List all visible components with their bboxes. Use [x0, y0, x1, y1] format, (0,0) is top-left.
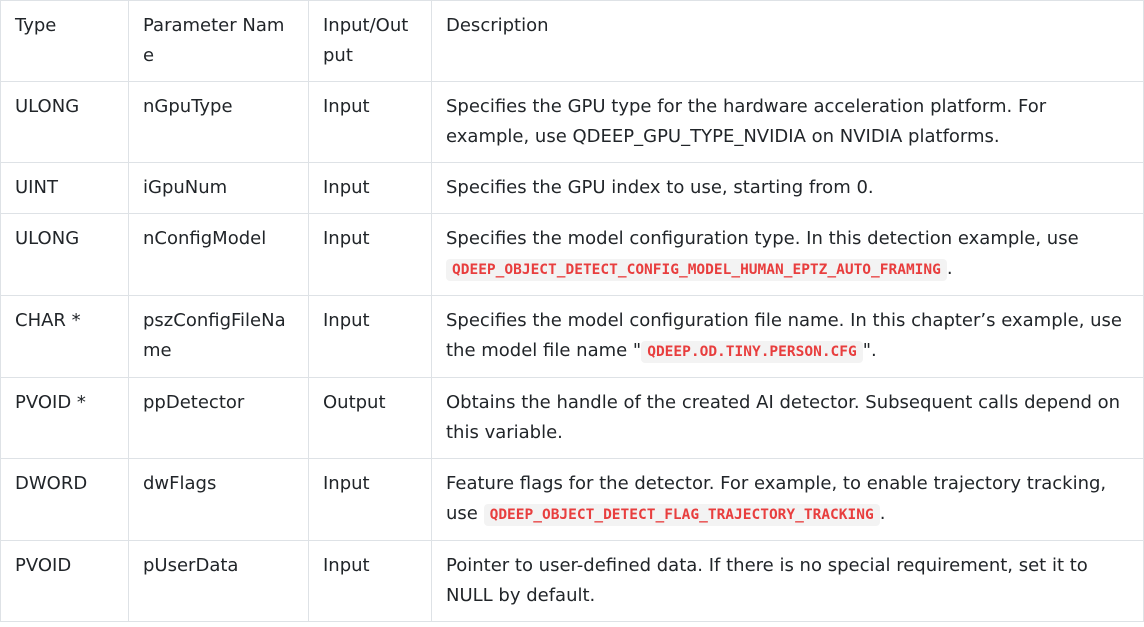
- cell-input-output: Input: [308, 162, 432, 214]
- cell-input-output: Input: [308, 540, 432, 622]
- cell-type: ULONG: [0, 81, 129, 163]
- header-parameter-name: Parameter Name: [128, 0, 309, 82]
- cell-parameter-name: nGpuType: [128, 81, 309, 163]
- table-row: ULONG nGpuType Input Specifies the GPU t…: [0, 81, 1144, 163]
- cell-type: PVOID: [0, 540, 129, 622]
- table-row: ULONG nConfigModel Input Specifies the m…: [0, 213, 1144, 296]
- table-row: PVOID pUserData Input Pointer to user-de…: [0, 540, 1144, 622]
- cell-type: CHAR *: [0, 295, 129, 378]
- cell-input-output: Input: [308, 213, 432, 296]
- description-text: Obtains the handle of the created AI det…: [446, 392, 1121, 443]
- description-suffix: .: [946, 258, 953, 279]
- cell-input-output: Input: [308, 81, 432, 163]
- table-row: DWORD dwFlags Input Feature flags for th…: [0, 458, 1144, 541]
- description-text: Specifies the GPU index to use, starting…: [446, 177, 874, 198]
- cell-type: ULONG: [0, 213, 129, 296]
- cell-description: Specifies the model configuration type. …: [431, 213, 1144, 296]
- cell-input-output: Output: [308, 377, 432, 459]
- description-text: Pointer to user-defined data. If there i…: [446, 555, 1088, 606]
- table-body: ULONG nGpuType Input Specifies the GPU t…: [0, 81, 1144, 622]
- cell-description: Feature flags for the detector. For exam…: [431, 458, 1144, 541]
- cell-type: UINT: [0, 162, 129, 214]
- description-text: Specifies the GPU type for the hardware …: [446, 96, 1047, 147]
- header-row: Type Parameter Name Input/Output Descrip…: [0, 0, 1144, 82]
- cell-description: Obtains the handle of the created AI det…: [431, 377, 1144, 459]
- description-text: Specifies the model configuration type. …: [446, 228, 1079, 249]
- cell-description: Specifies the GPU index to use, starting…: [431, 162, 1144, 214]
- table-row: CHAR * pszConfigFileName Input Specifies…: [0, 295, 1144, 378]
- cell-type: PVOID *: [0, 377, 129, 459]
- cell-input-output: Input: [308, 458, 432, 541]
- inline-code: QDEEP.OD.TINY.PERSON.CFG: [641, 341, 863, 363]
- cell-description: Specifies the GPU type for the hardware …: [431, 81, 1144, 163]
- cell-parameter-name: nConfigModel: [128, 213, 309, 296]
- table-row: PVOID * ppDetector Output Obtains the ha…: [0, 377, 1144, 459]
- cell-parameter-name: ppDetector: [128, 377, 309, 459]
- cell-description: Pointer to user-defined data. If there i…: [431, 540, 1144, 622]
- table-row: UINT iGpuNum Input Specifies the GPU ind…: [0, 162, 1144, 214]
- inline-code: QDEEP_OBJECT_DETECT_FLAG_TRAJECTORY_TRAC…: [483, 504, 880, 526]
- cell-type: DWORD: [0, 458, 129, 541]
- description-suffix: ".: [862, 340, 877, 361]
- parameter-table: Type Parameter Name Input/Output Descrip…: [0, 0, 1144, 622]
- header-description: Description: [431, 0, 1144, 82]
- cell-parameter-name: iGpuNum: [128, 162, 309, 214]
- description-suffix: .: [879, 503, 886, 524]
- cell-description: Specifies the model configuration file n…: [431, 295, 1144, 378]
- cell-parameter-name: pUserData: [128, 540, 309, 622]
- header-type: Type: [0, 0, 129, 82]
- cell-parameter-name: dwFlags: [128, 458, 309, 541]
- cell-input-output: Input: [308, 295, 432, 378]
- header-input-output: Input/Output: [308, 0, 432, 82]
- cell-parameter-name: pszConfigFileName: [128, 295, 309, 378]
- table-header: Type Parameter Name Input/Output Descrip…: [0, 0, 1144, 82]
- inline-code: QDEEP_OBJECT_DETECT_CONFIG_MODEL_HUMAN_E…: [446, 259, 947, 281]
